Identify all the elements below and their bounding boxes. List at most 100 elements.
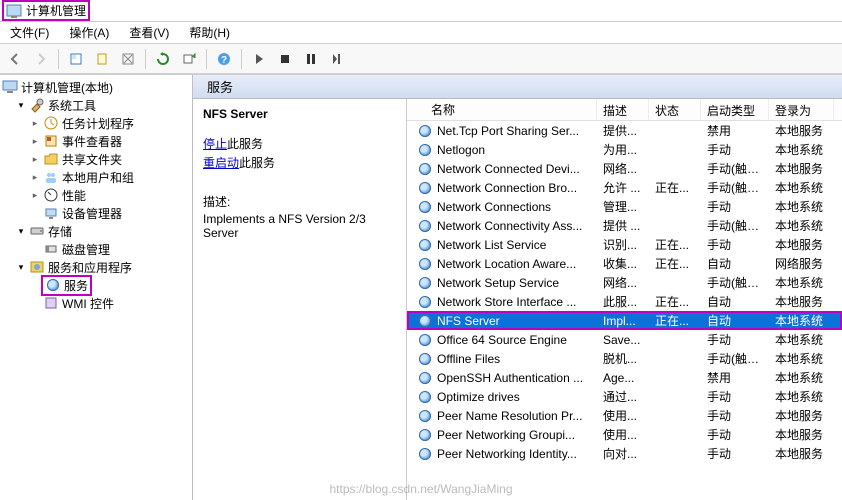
restart-button[interactable]: [326, 48, 348, 70]
play-button[interactable]: [248, 48, 270, 70]
service-logon: 本地系统: [769, 197, 834, 216]
service-desc: 管理...: [597, 197, 649, 216]
col-header-logon[interactable]: 登录为: [769, 99, 834, 120]
service-name: Network Store Interface ...: [437, 295, 576, 309]
stop-service-link[interactable]: 停止: [203, 137, 227, 151]
users-icon: [43, 169, 59, 185]
help-button[interactable]: ?: [213, 48, 235, 70]
service-row[interactable]: Netlogon为用...手动本地系统: [407, 140, 842, 159]
service-row[interactable]: Peer Networking Groupi...使用...手动本地服务: [407, 425, 842, 444]
gear-icon: [417, 370, 433, 386]
service-row[interactable]: Network List Service识别...正在...手动本地服务: [407, 235, 842, 254]
service-desc: 识别...: [597, 235, 649, 254]
col-header-start[interactable]: 启动类型: [701, 99, 769, 120]
service-row[interactable]: NFS ServerImpl...正在...自动本地系统: [407, 311, 842, 330]
twisty-icon[interactable]: ▸: [30, 136, 40, 147]
gear-icon: [417, 427, 433, 443]
tree-item-diskmgr[interactable]: 磁盘管理: [2, 240, 190, 258]
service-row[interactable]: Office 64 Source EngineSave...手动本地系统: [407, 330, 842, 349]
delete-button[interactable]: [117, 48, 139, 70]
col-header-desc[interactable]: 描述: [597, 99, 649, 120]
twisty-icon[interactable]: ▾: [16, 262, 26, 273]
service-logon: 本地服务: [769, 425, 834, 444]
service-row[interactable]: Network Store Interface ...此服...正在...自动本…: [407, 292, 842, 311]
refresh-button[interactable]: [152, 48, 174, 70]
service-name: Peer Name Resolution Pr...: [437, 409, 582, 423]
tree-item-wmi[interactable]: WMI 控件: [2, 294, 190, 312]
menu-action[interactable]: 操作(A): [63, 22, 115, 43]
service-row[interactable]: Optimize drives通过...手动本地系统: [407, 387, 842, 406]
pause-button[interactable]: [300, 48, 322, 70]
service-state: [649, 225, 701, 227]
twisty-icon[interactable]: ▸: [30, 190, 40, 201]
twisty-icon[interactable]: ▸: [30, 172, 40, 183]
tree-section-services-apps[interactable]: ▾ 服务和应用程序: [2, 258, 190, 276]
service-row[interactable]: Network Connectivity Ass...提供 ...手动(触发..…: [407, 216, 842, 235]
service-desc: 网络...: [597, 159, 649, 178]
service-state: [649, 149, 701, 151]
twisty-icon[interactable]: ▸: [30, 118, 40, 129]
service-row[interactable]: Network Connections管理...手动本地系统: [407, 197, 842, 216]
window-title: 计算机管理: [26, 2, 86, 19]
service-row[interactable]: Network Connection Bro...允许 ...正在...手动(触…: [407, 178, 842, 197]
service-state: [649, 453, 701, 455]
services-header-row[interactable]: 名称 描述 状态 启动类型 登录为: [407, 99, 842, 121]
service-row[interactable]: Net.Tcp Port Sharing Ser...提供...禁用本地服务: [407, 121, 842, 140]
separator: [58, 49, 59, 69]
stop-button[interactable]: [274, 48, 296, 70]
menu-bar: 文件(F) 操作(A) 查看(V) 帮助(H): [0, 22, 842, 44]
menu-file[interactable]: 文件(F): [4, 22, 55, 43]
gear-icon: [417, 180, 433, 196]
export-button[interactable]: [178, 48, 200, 70]
service-logon: 本地系统: [769, 216, 834, 235]
twisty-icon[interactable]: ▾: [16, 100, 26, 111]
service-start: 手动: [701, 140, 769, 159]
tree-root[interactable]: 计算机管理(本地): [2, 78, 190, 96]
service-row[interactable]: Network Location Aware...收集...正在...自动网络服…: [407, 254, 842, 273]
tree-item-services[interactable]: 服务: [2, 276, 190, 294]
up-button[interactable]: [65, 48, 87, 70]
service-row[interactable]: Peer Name Resolution Pr...使用...手动本地服务: [407, 406, 842, 425]
tree-item-sharedfolders[interactable]: ▸ 共享文件夹: [2, 150, 190, 168]
menu-help[interactable]: 帮助(H): [183, 22, 236, 43]
forward-button[interactable]: [30, 48, 52, 70]
twisty-icon[interactable]: ▸: [30, 154, 40, 165]
service-row[interactable]: Network Setup Service网络...手动(触发...本地系统: [407, 273, 842, 292]
tree-section-storage[interactable]: ▾ 存储: [2, 222, 190, 240]
service-name: Network Location Aware...: [437, 257, 576, 271]
service-state: 正在...: [649, 178, 701, 197]
service-row[interactable]: Network Connected Devi...网络...手动(触发...本地…: [407, 159, 842, 178]
restart-service-link[interactable]: 重启动: [203, 156, 239, 170]
back-button[interactable]: [4, 48, 26, 70]
menu-view[interactable]: 查看(V): [123, 22, 175, 43]
services-list[interactable]: 名称 描述 状态 启动类型 登录为 Net.Tcp Port Sharing S…: [407, 99, 842, 500]
service-name: OpenSSH Authentication ...: [437, 371, 583, 385]
gear-icon: [417, 218, 433, 234]
event-icon: [43, 133, 59, 149]
twisty-icon[interactable]: ▾: [16, 226, 26, 237]
service-desc: 收集...: [597, 254, 649, 273]
service-start: 手动: [701, 406, 769, 425]
gear-icon: [417, 332, 433, 348]
service-row[interactable]: Offline Files脱机...手动(触发...本地系统: [407, 349, 842, 368]
service-name: Optimize drives: [437, 390, 520, 404]
nav-tree[interactable]: 计算机管理(本地) ▾ 系统工具 ▸ 任务计划程序 ▸ 事件查看器 ▸ 共享文件…: [0, 75, 193, 500]
tree-item-devmgr[interactable]: 设备管理器: [2, 204, 190, 222]
app-folder-icon: [29, 259, 45, 275]
tree-item-localusers[interactable]: ▸ 本地用户和组: [2, 168, 190, 186]
tree-section-systools[interactable]: ▾ 系统工具: [2, 96, 190, 114]
service-row[interactable]: Peer Networking Identity...向对...手动本地服务: [407, 444, 842, 463]
service-start: 禁用: [701, 121, 769, 140]
service-desc: 提供 ...: [597, 216, 649, 235]
col-header-state[interactable]: 状态: [649, 99, 701, 120]
col-header-name[interactable]: 名称: [407, 99, 597, 120]
service-row[interactable]: OpenSSH Authentication ...Age...禁用本地系统: [407, 368, 842, 387]
service-name: Peer Networking Identity...: [437, 447, 577, 461]
tree-item-scheduler[interactable]: ▸ 任务计划程序: [2, 114, 190, 132]
tree-item-perf[interactable]: ▸ 性能: [2, 186, 190, 204]
tree-item-eventviewer[interactable]: ▸ 事件查看器: [2, 132, 190, 150]
properties-button[interactable]: [91, 48, 113, 70]
svg-text:?: ?: [221, 55, 227, 66]
service-logon: 网络服务: [769, 254, 834, 273]
service-state: [649, 415, 701, 417]
